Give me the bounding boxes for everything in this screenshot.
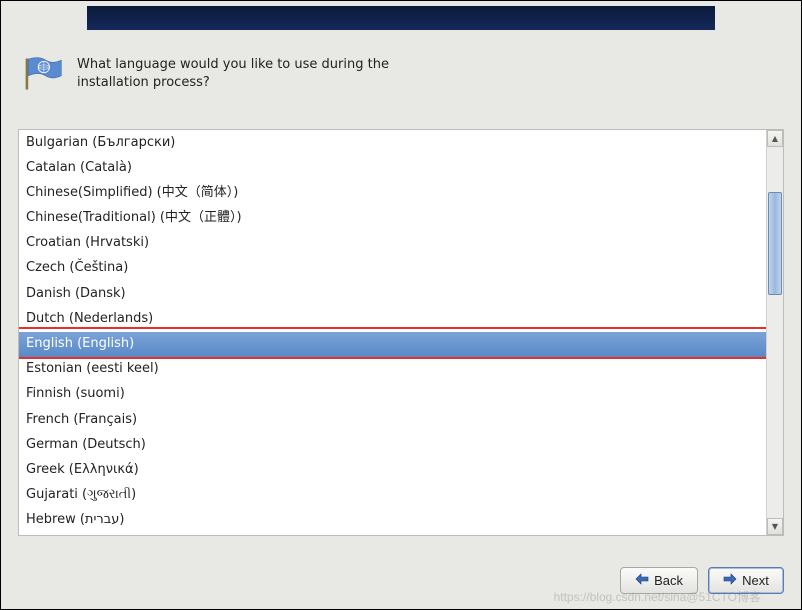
footer: Back Next bbox=[18, 557, 784, 594]
language-item[interactable]: Chinese(Traditional) (中文（正體）) bbox=[19, 206, 766, 231]
language-item[interactable]: Estonian (eesti keel) bbox=[19, 357, 766, 382]
language-list-container: Bulgarian (Български)Catalan (Català)Chi… bbox=[18, 129, 784, 536]
scroll-thumb[interactable] bbox=[768, 192, 782, 296]
next-button-label: Next bbox=[742, 573, 769, 588]
next-button[interactable]: Next bbox=[708, 567, 784, 594]
language-item[interactable]: Croatian (Hrvatski) bbox=[19, 231, 766, 256]
header-bar bbox=[87, 6, 715, 30]
scroll-down-button[interactable]: ▼ bbox=[767, 518, 783, 535]
language-item[interactable]: Gujarati (ગુજરાતી) bbox=[19, 483, 766, 508]
language-item[interactable]: Bulgarian (Български) bbox=[19, 130, 766, 155]
scrollbar[interactable]: ▲ ▼ bbox=[766, 130, 783, 535]
scroll-track[interactable] bbox=[767, 147, 783, 518]
language-item[interactable]: Czech (Čeština) bbox=[19, 256, 766, 281]
language-item[interactable]: Hebrew (עברית) bbox=[19, 508, 766, 533]
arrow-right-icon bbox=[723, 573, 737, 588]
back-button-label: Back bbox=[654, 573, 683, 588]
prompt-text: What language would you like to use duri… bbox=[77, 56, 437, 91]
language-list[interactable]: Bulgarian (Български)Catalan (Català)Chi… bbox=[19, 130, 766, 535]
language-item[interactable]: Dutch (Nederlands) bbox=[19, 306, 766, 331]
flag-icon bbox=[23, 56, 63, 96]
prompt-area: What language would you like to use duri… bbox=[23, 56, 437, 96]
back-button[interactable]: Back bbox=[620, 567, 698, 594]
language-item[interactable]: Finnish (suomi) bbox=[19, 382, 766, 407]
language-item[interactable]: Greek (Ελληνικά) bbox=[19, 457, 766, 482]
language-item[interactable]: Danish (Dansk) bbox=[19, 281, 766, 306]
scroll-up-button[interactable]: ▲ bbox=[767, 130, 783, 147]
language-item[interactable]: French (Français) bbox=[19, 407, 766, 432]
language-item[interactable]: German (Deutsch) bbox=[19, 432, 766, 457]
arrow-left-icon bbox=[635, 573, 649, 588]
language-item[interactable]: English (English) bbox=[19, 332, 766, 357]
language-item[interactable]: Chinese(Simplified) (中文（简体）) bbox=[19, 180, 766, 205]
language-item[interactable]: Catalan (Català) bbox=[19, 155, 766, 180]
language-item[interactable]: Hindi (हिन्दी) bbox=[19, 533, 766, 535]
